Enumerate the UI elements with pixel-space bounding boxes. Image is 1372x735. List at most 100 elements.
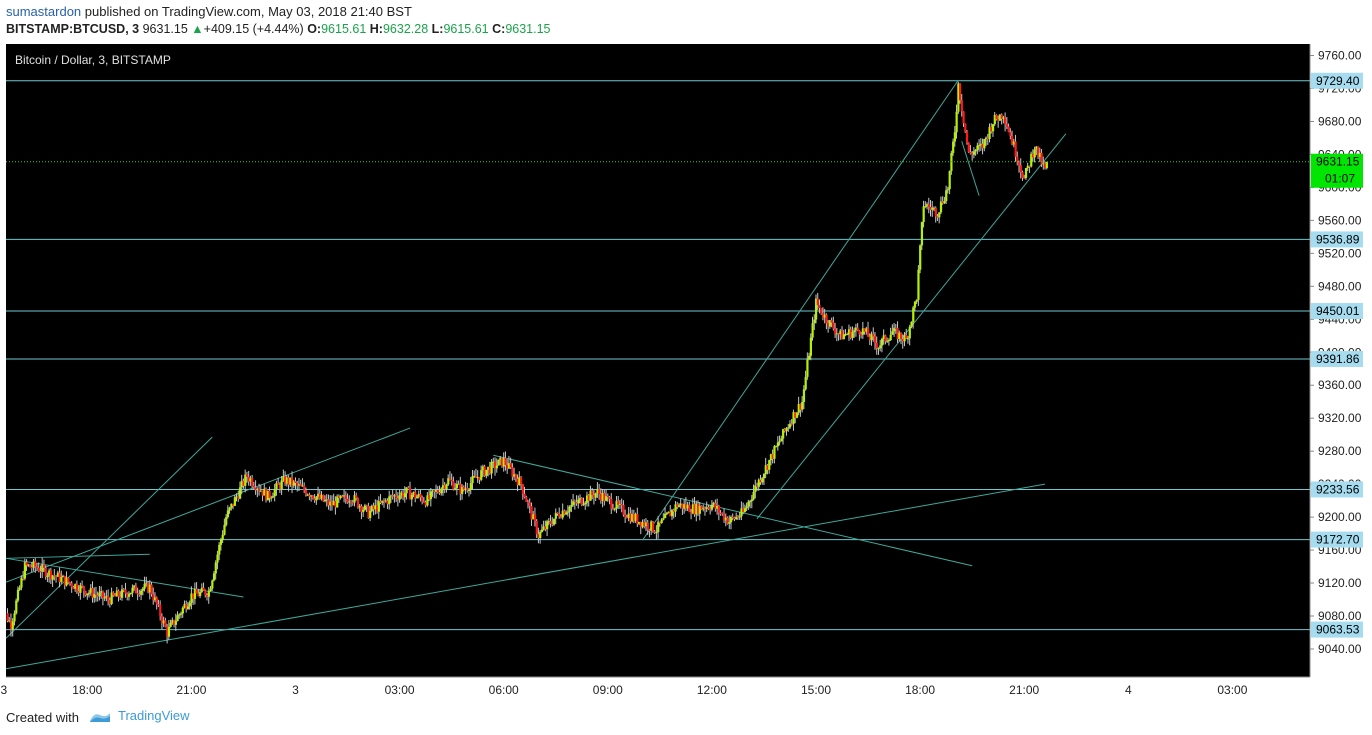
candle-up	[915, 299, 918, 302]
candle-up	[806, 359, 809, 377]
candle-up	[728, 522, 731, 524]
candle-down	[995, 114, 998, 120]
candle-up	[546, 521, 549, 530]
candle-down	[523, 493, 526, 498]
candle-up	[924, 206, 927, 208]
author-link[interactable]: sumastardon	[6, 4, 81, 19]
candle-down	[969, 152, 972, 154]
open-value: 9615.61	[321, 22, 367, 36]
candle-down	[35, 566, 39, 568]
candle-up	[920, 222, 924, 246]
ohlc-line: BITSTAMP:BTCUSD, 3 9631.15 ▲+409.15 (+4.…	[6, 22, 551, 36]
candle-up	[18, 587, 21, 590]
candle-up	[143, 583, 146, 589]
candle-down	[421, 497, 424, 502]
time-tick-label: 12:00	[697, 683, 727, 697]
price-chart[interactable]: 9760.009720.009680.009640.009600.009560.…	[0, 44, 1372, 700]
candle-down	[450, 479, 453, 482]
candle-down	[959, 83, 962, 101]
candle-up	[743, 508, 747, 512]
candle-up	[657, 521, 660, 533]
candle-up	[218, 544, 221, 555]
candle-up	[280, 480, 283, 490]
candle-up	[273, 489, 276, 497]
candle-up	[20, 577, 23, 588]
candle-up	[943, 201, 946, 204]
candle-up	[768, 460, 771, 470]
time-tick-label: 21:00	[176, 683, 206, 697]
candle-down	[34, 561, 37, 567]
time-tick-label: :33	[0, 683, 7, 697]
candle-up	[471, 476, 474, 484]
candle-down	[504, 457, 507, 466]
candle-down	[252, 485, 256, 488]
candle-down	[525, 497, 528, 502]
candle-up	[398, 495, 401, 500]
candle-up	[415, 496, 419, 499]
candle-down	[514, 474, 518, 479]
candle-down	[344, 495, 348, 499]
change-value: +409.15 (+4.44%)	[203, 22, 304, 36]
candle-up	[13, 613, 16, 622]
symbol-label: BITSTAMP:BTCUSD, 3	[6, 22, 140, 36]
candle-down	[620, 503, 623, 506]
candle-up	[127, 594, 131, 597]
candle-up	[86, 593, 89, 596]
candle-up	[749, 501, 752, 503]
candle-up	[853, 330, 856, 333]
level-label: 9233.56	[1316, 482, 1360, 496]
level-label: 9063.53	[1316, 623, 1360, 637]
candle-down	[646, 522, 649, 530]
candle-up	[983, 139, 986, 149]
plot-background	[6, 44, 1310, 677]
tradingview-logo-icon	[90, 712, 110, 722]
candle-down	[124, 589, 127, 594]
candle-up	[953, 132, 956, 142]
candle-up	[851, 332, 854, 338]
candle-up	[15, 600, 18, 614]
candle-up	[780, 438, 783, 442]
candle-down	[1019, 165, 1022, 173]
candle-down	[535, 520, 538, 535]
candle-down	[164, 620, 167, 627]
candle-up	[761, 478, 764, 483]
time-tick-label: 06:00	[489, 683, 519, 697]
candle-up	[747, 501, 750, 507]
candle-down	[37, 567, 40, 572]
candle-down	[1009, 132, 1012, 136]
candle-up	[913, 301, 917, 308]
footer-bar: Created with TradingView	[0, 700, 1372, 735]
candle-up	[485, 469, 488, 476]
chart-title: Bitcoin / Dollar, 3, BITSTAMP	[15, 53, 171, 67]
candle-down	[856, 327, 859, 331]
candle-down	[624, 514, 627, 517]
candle-up	[1033, 149, 1036, 158]
candle-up	[490, 461, 493, 474]
candle-down	[1021, 172, 1024, 178]
candle-up	[167, 626, 171, 637]
candle-up	[891, 331, 894, 335]
candle-up	[910, 321, 913, 327]
tradingview-link[interactable]: TradingView	[88, 708, 190, 724]
candle-up	[497, 459, 500, 466]
candle-down	[134, 585, 138, 594]
price-tick-label: 9120.00	[1318, 576, 1362, 590]
candle-down	[42, 564, 46, 568]
candle-down	[598, 489, 601, 494]
candle-down	[395, 495, 398, 498]
candle-up	[212, 573, 216, 581]
candle-down	[1007, 126, 1010, 133]
candle-up	[570, 504, 573, 507]
candle-up	[879, 345, 882, 349]
candle-down	[75, 584, 79, 591]
candle-down	[707, 506, 710, 509]
time-tick-label: 15:00	[801, 683, 831, 697]
candle-up	[745, 506, 748, 509]
candle-up	[336, 496, 339, 508]
candle-up	[553, 518, 556, 525]
tradingview-brand: TradingView	[118, 708, 190, 723]
candle-up	[129, 592, 132, 595]
candle-down	[688, 504, 691, 513]
candle-up	[188, 602, 191, 607]
level-label: 9536.89	[1316, 232, 1360, 246]
